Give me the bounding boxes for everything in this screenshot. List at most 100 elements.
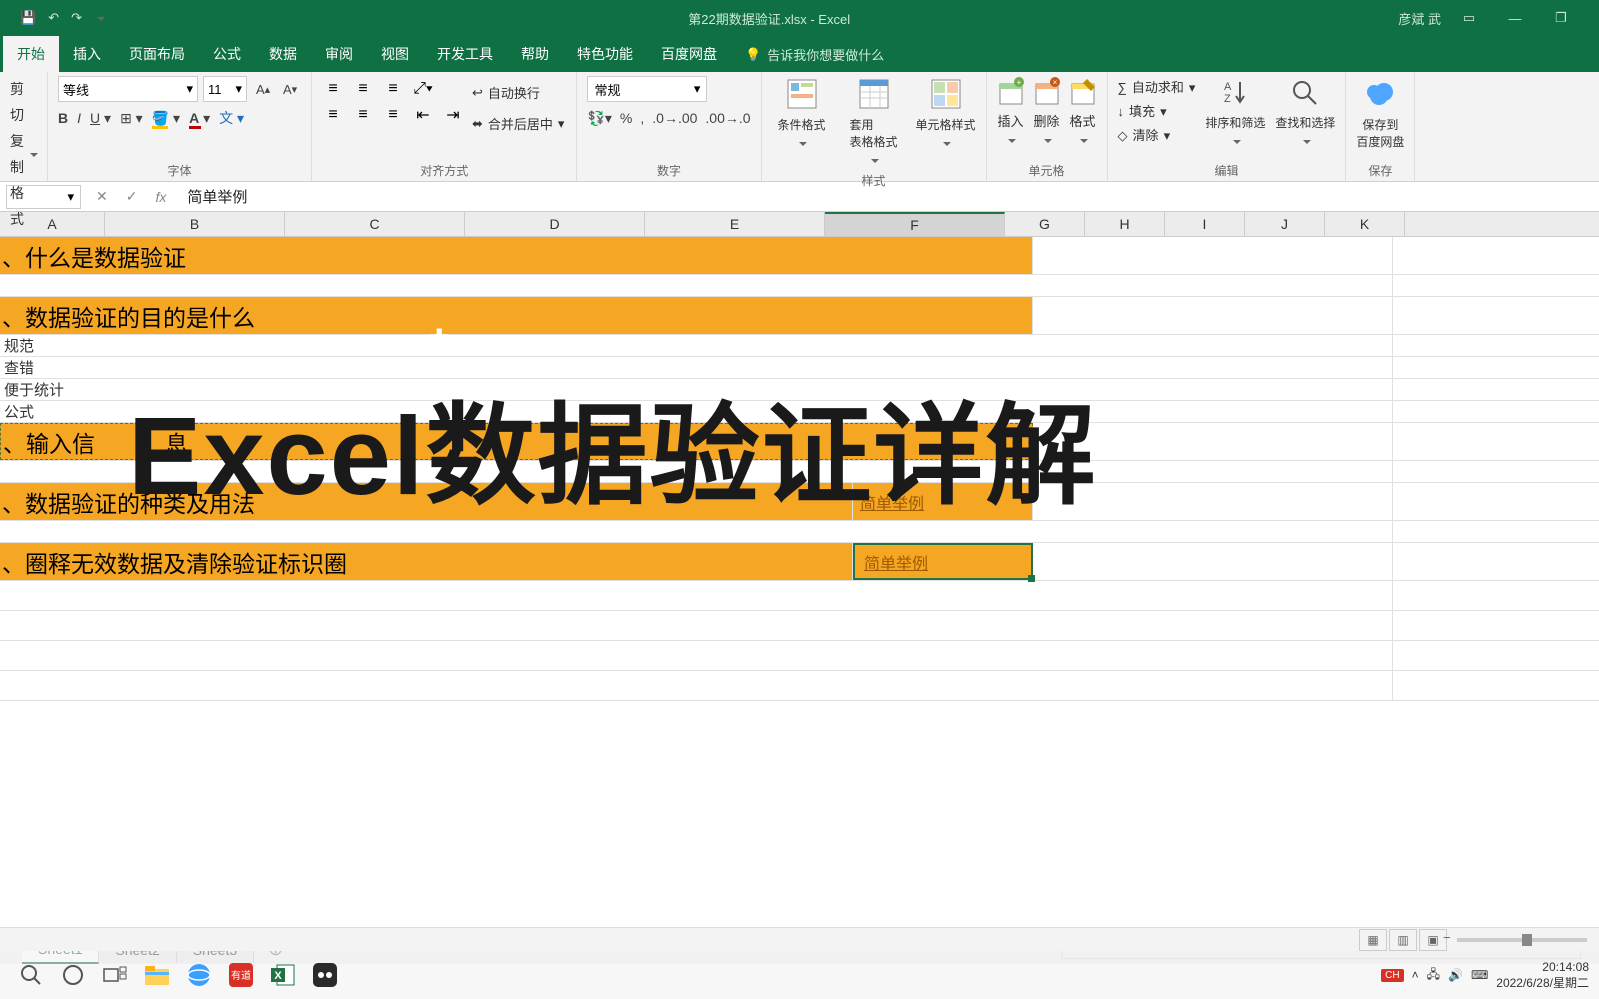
align-bottom-icon[interactable]: ≡ <box>382 80 404 98</box>
search-button[interactable] <box>10 955 52 995</box>
confirm-formula-icon[interactable]: ✓ <box>126 188 138 205</box>
merge-button[interactable]: ⬌合并后居中 ▾ <box>470 111 566 136</box>
wrap-text-button[interactable]: ↩自动换行 <box>470 80 566 105</box>
tab-insert[interactable]: 插入 <box>59 36 115 72</box>
tab-home[interactable]: 开始 <box>3 36 59 72</box>
volume-icon[interactable]: 🔊 <box>1448 968 1463 982</box>
maximize-icon[interactable]: ❐ <box>1543 6 1579 30</box>
col-header-I[interactable]: I <box>1165 212 1245 236</box>
copy-button[interactable]: 复制 <box>10 128 37 180</box>
formula-input[interactable]: 简单举例 <box>181 186 1599 207</box>
col-header-G[interactable]: G <box>1005 212 1085 236</box>
tab-special[interactable]: 特色功能 <box>563 36 647 72</box>
tab-formula[interactable]: 公式 <box>199 36 255 72</box>
ribbon-options-icon[interactable]: ▭ <box>1451 6 1487 30</box>
orientation-icon[interactable]: ⤢▾ <box>412 80 434 98</box>
border-button[interactable]: ⊞ ▾ <box>120 110 143 127</box>
tell-me-search[interactable]: 💡 告诉我你想要做什么 <box>731 37 898 72</box>
name-box[interactable]: ▾ <box>6 185 81 209</box>
user-name[interactable]: 彦斌 武 <box>1398 9 1441 28</box>
youdao-icon[interactable]: 有道 <box>220 955 262 995</box>
file-explorer-icon[interactable] <box>136 955 178 995</box>
tab-developer[interactable]: 开发工具 <box>423 36 507 72</box>
phonetic-button[interactable]: 文 ▾ <box>219 108 244 128</box>
zoom-slider[interactable] <box>1457 938 1587 942</box>
redo-icon[interactable]: ↷ <box>71 10 82 26</box>
comma-button[interactable]: , <box>640 110 644 127</box>
col-header-C[interactable]: C <box>285 212 465 236</box>
col-header-F[interactable]: F <box>825 212 1005 236</box>
align-left-icon[interactable]: ≡ <box>322 106 344 124</box>
tab-view[interactable]: 视图 <box>367 36 423 72</box>
underline-button[interactable]: U ▾ <box>90 110 111 127</box>
percent-button[interactable]: % <box>620 110 632 127</box>
spreadsheet-grid[interactable]: 、什么是数据验证 、数据验证的目的是什么 规范 查错 便于统计 公式 、输入信息… <box>0 237 1599 701</box>
tab-data[interactable]: 数据 <box>255 36 311 72</box>
align-top-icon[interactable]: ≡ <box>322 80 344 98</box>
col-header-D[interactable]: D <box>465 212 645 236</box>
align-middle-icon[interactable]: ≡ <box>352 80 374 98</box>
heading-5[interactable]: 、圈释无效数据及清除验证标识圈 <box>0 543 853 580</box>
decrease-font-icon[interactable]: A▾ <box>279 78 301 100</box>
indent-dec-icon[interactable]: ⇤ <box>412 106 434 124</box>
font-color-button[interactable]: A ▾ <box>189 110 210 127</box>
col-header-A[interactable]: A <box>0 212 105 236</box>
decrease-decimal-button[interactable]: .00→.0 <box>705 110 750 127</box>
undo-icon[interactable]: ↶ <box>48 10 59 26</box>
item-spec[interactable]: 规范 <box>0 335 1393 356</box>
heading-4[interactable]: 、数据验证的种类及用法 <box>0 483 853 520</box>
cancel-formula-icon[interactable]: ✕ <box>96 188 108 205</box>
format-cells-button[interactable]: 格式 <box>1069 76 1097 148</box>
currency-button[interactable]: 💱▾ <box>587 110 611 127</box>
heading-1[interactable]: 、什么是数据验证 <box>0 237 1033 274</box>
excel-taskbar-icon[interactable]: X <box>262 955 304 995</box>
browser-icon[interactable] <box>178 955 220 995</box>
col-header-B[interactable]: B <box>105 212 285 236</box>
sort-filter-button[interactable]: AZ 排序和筛选 <box>1205 76 1265 149</box>
minimize-icon[interactable]: — <box>1497 6 1533 30</box>
font-name-select[interactable]: 等线▾ <box>58 76 198 102</box>
normal-view-icon[interactable]: ▦ <box>1359 929 1387 951</box>
page-layout-view-icon[interactable]: ▥ <box>1389 929 1417 951</box>
increase-font-icon[interactable]: A▴ <box>252 78 274 100</box>
heading-2[interactable]: 、数据验证的目的是什么 <box>0 297 1033 334</box>
network-icon[interactable]: 🖧 <box>1427 965 1440 986</box>
clear-button[interactable]: ◇清除 ▾ <box>1118 124 1196 148</box>
link-example-1[interactable]: 简单举例 <box>855 490 924 514</box>
fill-button[interactable]: ↓填充 ▾ <box>1118 100 1196 124</box>
tab-baidu[interactable]: 百度网盘 <box>647 36 731 72</box>
font-size-select[interactable]: 11▾ <box>203 76 247 102</box>
task-view-icon[interactable] <box>94 955 136 995</box>
fx-icon[interactable]: fx <box>155 189 166 205</box>
number-format-select[interactable]: 常规▾ <box>587 76 707 102</box>
table-format-button[interactable]: 套用 表格格式 <box>844 76 904 168</box>
col-header-K[interactable]: K <box>1325 212 1405 236</box>
qat-dropdown[interactable] <box>94 11 105 26</box>
autosum-button[interactable]: ∑自动求和 ▾ <box>1118 76 1196 100</box>
increase-decimal-button[interactable]: .0→.00 <box>652 110 697 127</box>
align-center-icon[interactable]: ≡ <box>352 106 374 124</box>
tab-help[interactable]: 帮助 <box>507 36 563 72</box>
ime-indicator[interactable]: CH <box>1381 969 1403 982</box>
conditional-format-button[interactable]: 条件格式 <box>772 76 832 168</box>
bold-button[interactable]: B <box>58 110 68 126</box>
app-icon[interactable] <box>304 955 346 995</box>
clock[interactable]: 20:14:08 2022/6/28/星期二 <box>1496 959 1589 991</box>
tray-caret-icon[interactable]: ˄ <box>1412 968 1419 982</box>
italic-button[interactable]: I <box>77 110 81 126</box>
col-header-H[interactable]: H <box>1085 212 1165 236</box>
tab-layout[interactable]: 页面布局 <box>115 36 199 72</box>
save-baidu-button[interactable]: 保存到 百度网盘 <box>1356 76 1404 150</box>
item-check[interactable]: 查错 <box>0 357 1393 378</box>
cortana-icon[interactable] <box>52 955 94 995</box>
col-header-J[interactable]: J <box>1245 212 1325 236</box>
tab-review[interactable]: 审阅 <box>311 36 367 72</box>
cell-style-button[interactable]: 单元格样式 <box>916 76 976 168</box>
item-formula[interactable]: 公式 <box>0 401 1393 422</box>
align-right-icon[interactable]: ≡ <box>382 106 404 124</box>
heading-3[interactable]: 、输入信息 <box>0 423 1033 460</box>
save-icon[interactable]: 💾 <box>20 10 36 26</box>
input-icon[interactable]: ⌨ <box>1471 968 1488 982</box>
item-stats[interactable]: 便于统计 <box>0 379 1393 400</box>
link-example-2[interactable]: 简单举例 <box>859 550 928 574</box>
